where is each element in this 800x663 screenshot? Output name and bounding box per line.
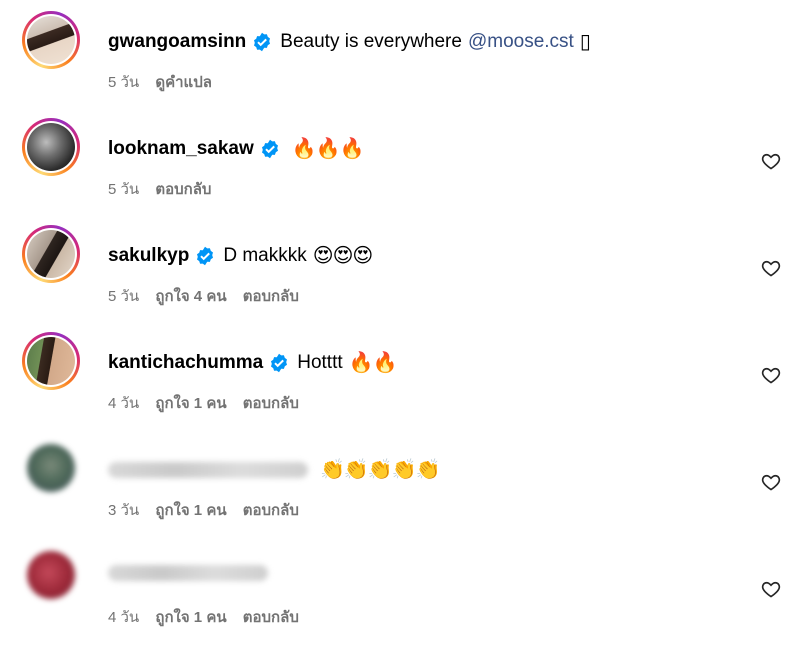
comment-time[interactable]: 3 วัน (108, 502, 139, 519)
comment-item: sakulkyp D makkkk 😍😍😍 5 วัน ถูกใจ 4 คน ต… (0, 214, 800, 321)
heart-icon[interactable] (761, 258, 781, 278)
avatar-ring[interactable] (22, 225, 80, 283)
comment-username[interactable]: sakulkyp (108, 244, 189, 268)
verified-badge-icon (261, 139, 278, 159)
comment-item: 👏👏👏👏👏 3 วัน ถูกใจ 1 คน ตอบกลับ (0, 428, 800, 535)
avatar[interactable] (27, 123, 75, 171)
avatar-ring[interactable] (22, 546, 80, 604)
comment-emoji: 🔥🔥 (348, 352, 398, 374)
comment-item: 4 วัน ถูกใจ 1 คน ตอบกลับ (0, 535, 800, 642)
verified-badge-icon (197, 246, 214, 266)
avatar-ring[interactable] (22, 118, 80, 176)
heart-icon[interactable] (761, 472, 781, 492)
comment-item: looknam_sakaw 🔥🔥🔥 5 วัน ตอบกลับ (0, 107, 800, 214)
comment-time[interactable]: 5 วัน (108, 181, 139, 198)
reply-button[interactable]: ตอบกลับ (243, 395, 299, 412)
comment-username[interactable]: looknam_sakaw (108, 137, 254, 161)
reply-button[interactable]: ตอบกลับ (243, 288, 299, 305)
comment-emoji: ▯ (579, 31, 591, 53)
comment-username[interactable]: gwangoamsinn (108, 30, 246, 54)
avatar-ring[interactable] (22, 332, 80, 390)
reply-button[interactable]: ตอบกลับ (243, 609, 299, 626)
avatar[interactable] (27, 337, 75, 385)
avatar[interactable] (27, 551, 75, 599)
avatar[interactable] (27, 16, 75, 64)
comment-emoji: 😍😍😍 (312, 245, 374, 267)
heart-icon[interactable] (761, 579, 781, 599)
comment-item: gwangoamsinn Beauty is everywhere @moose… (0, 0, 800, 107)
likes-count-button[interactable]: ถูกใจ 1 คน (155, 395, 226, 412)
comment-item: kantichachumma Hotttt 🔥🔥 4 วัน ถูกใจ 1 ค… (0, 321, 800, 428)
heart-icon[interactable] (761, 365, 781, 385)
verified-badge-icon (271, 353, 288, 373)
likes-count-button[interactable]: ถูกใจ 1 คน (155, 609, 226, 626)
likes-count-button[interactable]: ถูกใจ 4 คน (155, 288, 226, 305)
heart-icon[interactable] (761, 151, 781, 171)
avatar-ring[interactable] (22, 439, 80, 497)
reply-button[interactable]: ตอบกลับ (155, 181, 211, 198)
comment-text: D makkkk (223, 245, 307, 266)
avatar-ring[interactable] (22, 11, 80, 69)
comment-username-redacted[interactable] (108, 462, 308, 478)
comment-emoji: 👏👏👏👏👏 (320, 459, 441, 481)
comment-text: Hotttt (297, 352, 343, 373)
reply-button[interactable]: ตอบกลับ (243, 502, 299, 519)
comment-text: Beauty is everywhere (280, 31, 462, 52)
comment-emoji: 🔥🔥🔥 (291, 138, 365, 160)
avatar[interactable] (27, 444, 75, 492)
verified-badge-icon (254, 32, 271, 52)
comment-username[interactable]: kantichachumma (108, 351, 263, 375)
comment-time[interactable]: 5 วัน (108, 74, 139, 91)
comment-time[interactable]: 4 วัน (108, 609, 139, 626)
comment-time[interactable]: 4 วัน (108, 395, 139, 412)
comment-time[interactable]: 5 วัน (108, 288, 139, 305)
avatar[interactable] (27, 230, 75, 278)
likes-count-button[interactable]: ถูกใจ 1 คน (155, 502, 226, 519)
comment-username-redacted[interactable] (108, 565, 268, 581)
comment-mention-link[interactable]: @moose.cst (468, 30, 574, 54)
see-translation-button[interactable]: ดูคำแปล (155, 74, 212, 91)
